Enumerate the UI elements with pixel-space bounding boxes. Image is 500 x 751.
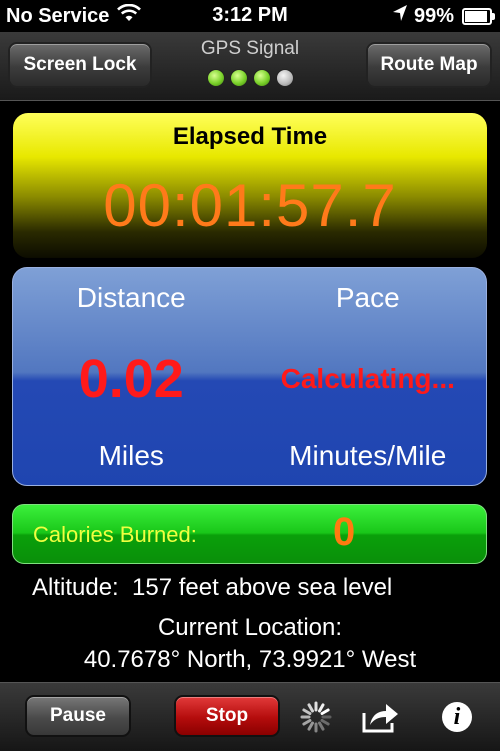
stop-button[interactable]: Stop [174,695,280,737]
battery-fill [465,10,487,22]
bottom-toolbar: Pause Stop i [0,682,500,751]
distance-pace-panel: Distance 0.02 Miles Pace Calculating... … [12,267,487,486]
location-arrow-icon [392,4,408,28]
percent-sign: % [436,4,454,27]
pace-label: Pace [335,282,400,313]
pace-column: Pace Calculating... Minutes/Mile [250,268,487,485]
distance-unit: Miles [98,440,164,471]
elapsed-time-value: 00:01:57.7 [103,172,397,239]
elapsed-time-panel: Elapsed Time 00:01:57.7 [13,113,487,258]
distance-column: Distance 0.02 Miles [13,268,250,485]
calories-value: 0 [333,510,356,554]
gps-signal-dot [206,69,225,87]
current-location-label: Current Location: [157,614,343,641]
gps-signal-dot [252,69,271,87]
current-location-value: 40.7678° North, 73.9921° West [83,646,417,673]
top-toolbar: Screen Lock GPS Signal Route Map [0,32,500,101]
activity-spinner-icon [300,701,332,733]
info-icon[interactable]: i [442,702,472,732]
route-map-button[interactable]: Route Map [366,42,492,88]
calories-panel: Calories Burned: 0 [12,504,487,564]
battery-percent: 99 [413,4,437,27]
pace-value: Calculating... [280,363,455,394]
status-bar: No Service 3:12 PM 99% [0,0,500,32]
distance-value: 0.02 [78,349,184,409]
status-bar-right: 99% [392,4,495,28]
distance-label: Distance [76,282,186,313]
pause-button[interactable]: Pause [25,695,131,737]
pace-unit: Minutes/Mile [289,440,447,471]
calories-label: Calories Burned: [33,522,197,547]
share-icon[interactable] [360,699,400,735]
gps-signal-dot [275,69,294,87]
altitude-text: Altitude: 157 feet above sea level [32,574,393,601]
elapsed-time-label: Elapsed Time [172,123,328,150]
gps-signal-dot [229,69,248,87]
battery-icon [462,7,495,25]
